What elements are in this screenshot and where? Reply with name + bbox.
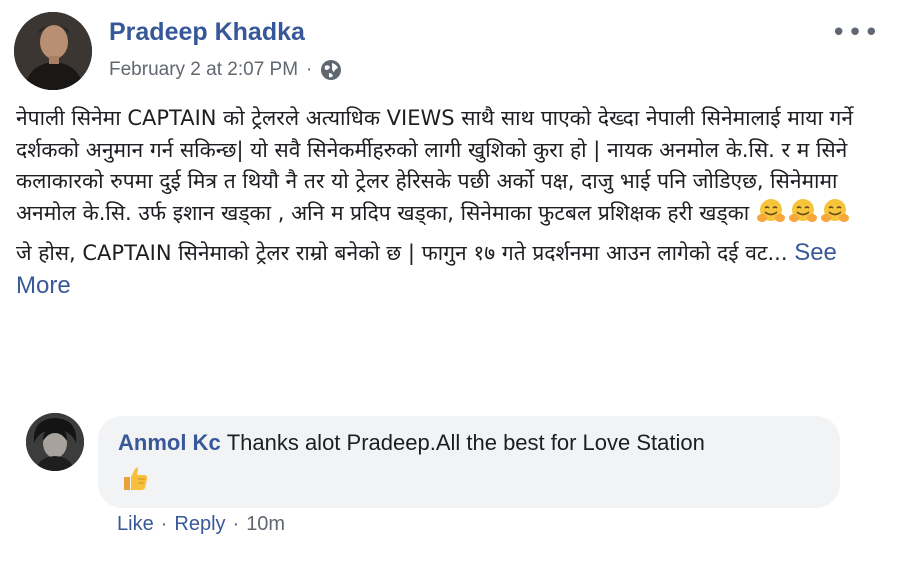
comment-text: Thanks alot Pradeep.All the best for Lov…	[226, 430, 705, 455]
more-options-icon[interactable]: •••	[831, 18, 880, 48]
globe-icon[interactable]	[320, 59, 342, 81]
post-paragraph-2: जे होस, CAPTAIN सिनेमाको ट्रेलर राम्रो ब…	[16, 237, 891, 302]
author-avatar[interactable]	[14, 12, 92, 90]
like-button[interactable]: Like	[117, 513, 154, 536]
reply-button[interactable]: Reply	[174, 513, 225, 536]
commenter-avatar[interactable]	[26, 413, 84, 471]
comment-line: Anmol Kc Thanks alot Pradeep.All the best…	[118, 430, 705, 456]
commenter-name[interactable]: Anmol Kc	[118, 430, 221, 455]
post-text-1: नेपाली सिनेमा CAPTAIN को ट्रेलरले अत्याध…	[16, 106, 854, 225]
post-header: Pradeep Khadka February 2 at 2:07 PM · •…	[14, 12, 886, 92]
thumbs-up-icon	[120, 463, 150, 493]
hugging-face-emoji-icon	[788, 198, 818, 224]
action-separator: ·	[160, 513, 168, 535]
meta-separator: ·	[306, 59, 313, 80]
comment-actions: Like · Reply · 10m	[117, 513, 285, 536]
post-meta: February 2 at 2:07 PM ·	[109, 59, 342, 81]
comment-bubble: Anmol Kc Thanks alot Pradeep.All the best…	[98, 416, 840, 508]
post-paragraph-1: नेपाली सिनेमा CAPTAIN को ट्रेलरले अत्याध…	[16, 103, 891, 229]
hugging-face-emoji-icon	[756, 198, 786, 224]
action-separator: ·	[232, 513, 240, 535]
hugging-face-emoji-icon	[820, 198, 850, 224]
comment-time[interactable]: 10m	[246, 513, 285, 536]
post-text-2: जे होस, CAPTAIN सिनेमाको ट्रेलर राम्रो ब…	[16, 241, 788, 265]
post-timestamp[interactable]: February 2 at 2:07 PM	[109, 59, 298, 81]
post-author-name[interactable]: Pradeep Khadka	[109, 18, 305, 47]
post-body: नेपाली सिनेमा CAPTAIN को ट्रेलरले अत्याध…	[16, 103, 891, 310]
